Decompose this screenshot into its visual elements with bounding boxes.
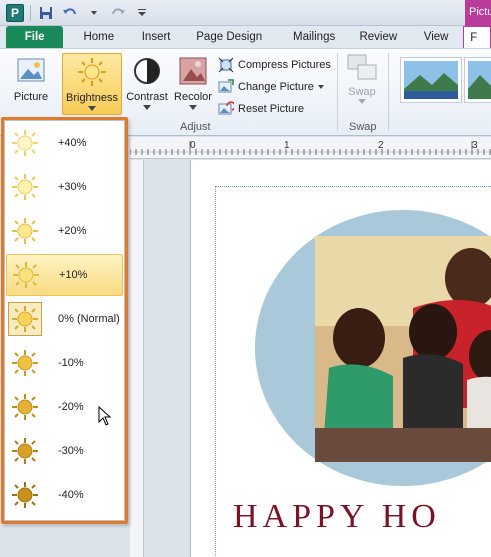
brightness-option-label: +40% [58, 137, 87, 149]
family-photo[interactable] [253, 208, 491, 486]
ruler-ticks [130, 141, 491, 155]
ruler-number: 2 [378, 140, 384, 151]
reset-picture-button[interactable]: Reset Picture [218, 99, 304, 119]
swap-button[interactable]: Swap [344, 53, 380, 109]
greeting-text[interactable]: HAPPY HO [233, 498, 441, 536]
quick-access-toolbar: P [6, 4, 151, 22]
swap-icon [347, 54, 377, 80]
swap-group-label: Swap [349, 121, 377, 133]
brightness-gallery: +40% +30% +20% +10% 0% (Normal) -10% -20% -30% -… [1, 117, 128, 524]
vertical-ruler [130, 160, 144, 557]
publisher-app-icon[interactable]: P [6, 4, 24, 22]
brightness-button[interactable]: Brightness [62, 53, 122, 115]
tab-home[interactable]: Home [63, 26, 134, 48]
brightness-option[interactable]: +30% [6, 166, 123, 208]
sun-icon [8, 346, 42, 380]
contrast-label: Contrast [126, 91, 168, 103]
save-icon[interactable] [37, 4, 55, 22]
tab-insert[interactable]: Insert [134, 26, 177, 48]
change-picture-dropdown-icon [317, 85, 324, 89]
brightness-dropdown-icon [88, 106, 96, 111]
mouse-pointer-icon [98, 406, 112, 426]
change-picture-label: Change Picture [238, 81, 314, 93]
reset-picture-label: Reset Picture [238, 103, 305, 115]
sun-icon [8, 434, 42, 468]
sun-icon [8, 478, 42, 512]
adjust-group-label: Adjust [180, 121, 211, 133]
change-picture-button[interactable]: Change Picture [218, 77, 324, 97]
brightness-option-label: 0% (Normal) [58, 313, 120, 325]
brightness-option-label: -40% [58, 489, 84, 501]
ruler-number: 0 [190, 140, 196, 151]
title-bar: P Pictu [0, 0, 491, 26]
brightness-option[interactable]: -10% [6, 342, 123, 384]
oval-photo-frame [255, 210, 491, 486]
brightness-sun-icon [78, 58, 106, 86]
contrast-icon [134, 58, 160, 84]
landscape-thumbnail-icon [404, 61, 458, 99]
brightness-option-label: +30% [58, 181, 87, 193]
group-separator [337, 53, 338, 131]
ribbon-tabs: File Home Insert Page Design Mailings Re… [0, 26, 491, 48]
brightness-option[interactable]: 0% (Normal) [6, 298, 123, 340]
contrast-button[interactable]: Contrast [124, 53, 170, 115]
tab-page-design[interactable]: Page Design [178, 26, 281, 48]
contrast-dropdown-icon [143, 105, 151, 110]
brightness-option[interactable]: +10% [6, 254, 123, 296]
brightness-label: Brightness [66, 92, 118, 104]
compress-pictures-button[interactable]: Compress Pictures [218, 55, 331, 75]
sun-icon [8, 302, 42, 336]
picture-style-thumbnail[interactable] [464, 57, 491, 103]
publication-page[interactable]: HAPPY HO [190, 160, 491, 557]
brightness-option[interactable]: -30% [6, 430, 123, 472]
qat-separator [30, 5, 31, 21]
brightness-option-label: +10% [59, 269, 88, 281]
picture-style-thumbnail[interactable] [400, 57, 462, 103]
change-picture-icon [218, 79, 234, 93]
recolor-button[interactable]: Recolor [171, 53, 215, 115]
recolor-icon [179, 57, 207, 85]
brightness-option[interactable]: -40% [6, 474, 123, 516]
recolor-label: Recolor [174, 91, 212, 103]
brightness-option[interactable]: +40% [6, 122, 123, 164]
tab-review[interactable]: Review [348, 26, 409, 48]
sun-icon [8, 170, 42, 204]
sun-icon [9, 258, 43, 292]
sun-icon [8, 390, 42, 424]
ruler-number: 3 [472, 140, 478, 151]
picture-label: Picture [13, 91, 49, 103]
sun-icon [8, 126, 42, 160]
tab-file[interactable]: File [6, 26, 64, 48]
picture-tools-context-tab[interactable]: Pictu [465, 0, 491, 26]
tab-format[interactable]: F [463, 26, 491, 48]
recolor-dropdown-icon [189, 105, 197, 110]
brightness-option-label: -20% [58, 401, 84, 413]
reset-picture-icon [218, 101, 234, 115]
brightness-option[interactable]: +20% [6, 210, 123, 252]
group-separator [388, 53, 389, 131]
brightness-option-label: +20% [58, 225, 87, 237]
sun-icon [8, 214, 42, 248]
compress-label: Compress Pictures [238, 59, 331, 71]
redo-icon[interactable] [109, 4, 127, 22]
picture-icon [17, 58, 45, 82]
brightness-option-label: -10% [58, 357, 84, 369]
tab-view[interactable]: View [409, 26, 463, 48]
customize-qat-icon[interactable] [133, 4, 151, 22]
picture-button[interactable]: Picture [8, 53, 54, 115]
ruler-number: 1 [284, 140, 290, 151]
horizontal-ruler: 0 1 2 3 [130, 137, 491, 159]
brightness-option-label: -30% [58, 445, 84, 457]
swap-dropdown-icon [358, 99, 366, 104]
tab-mailings[interactable]: Mailings [281, 26, 348, 48]
landscape-thumbnail-icon [468, 61, 491, 99]
undo-icon[interactable] [61, 4, 79, 22]
compress-icon [218, 57, 234, 73]
swap-label: Swap [348, 86, 376, 98]
undo-dropdown-icon[interactable] [85, 4, 103, 22]
